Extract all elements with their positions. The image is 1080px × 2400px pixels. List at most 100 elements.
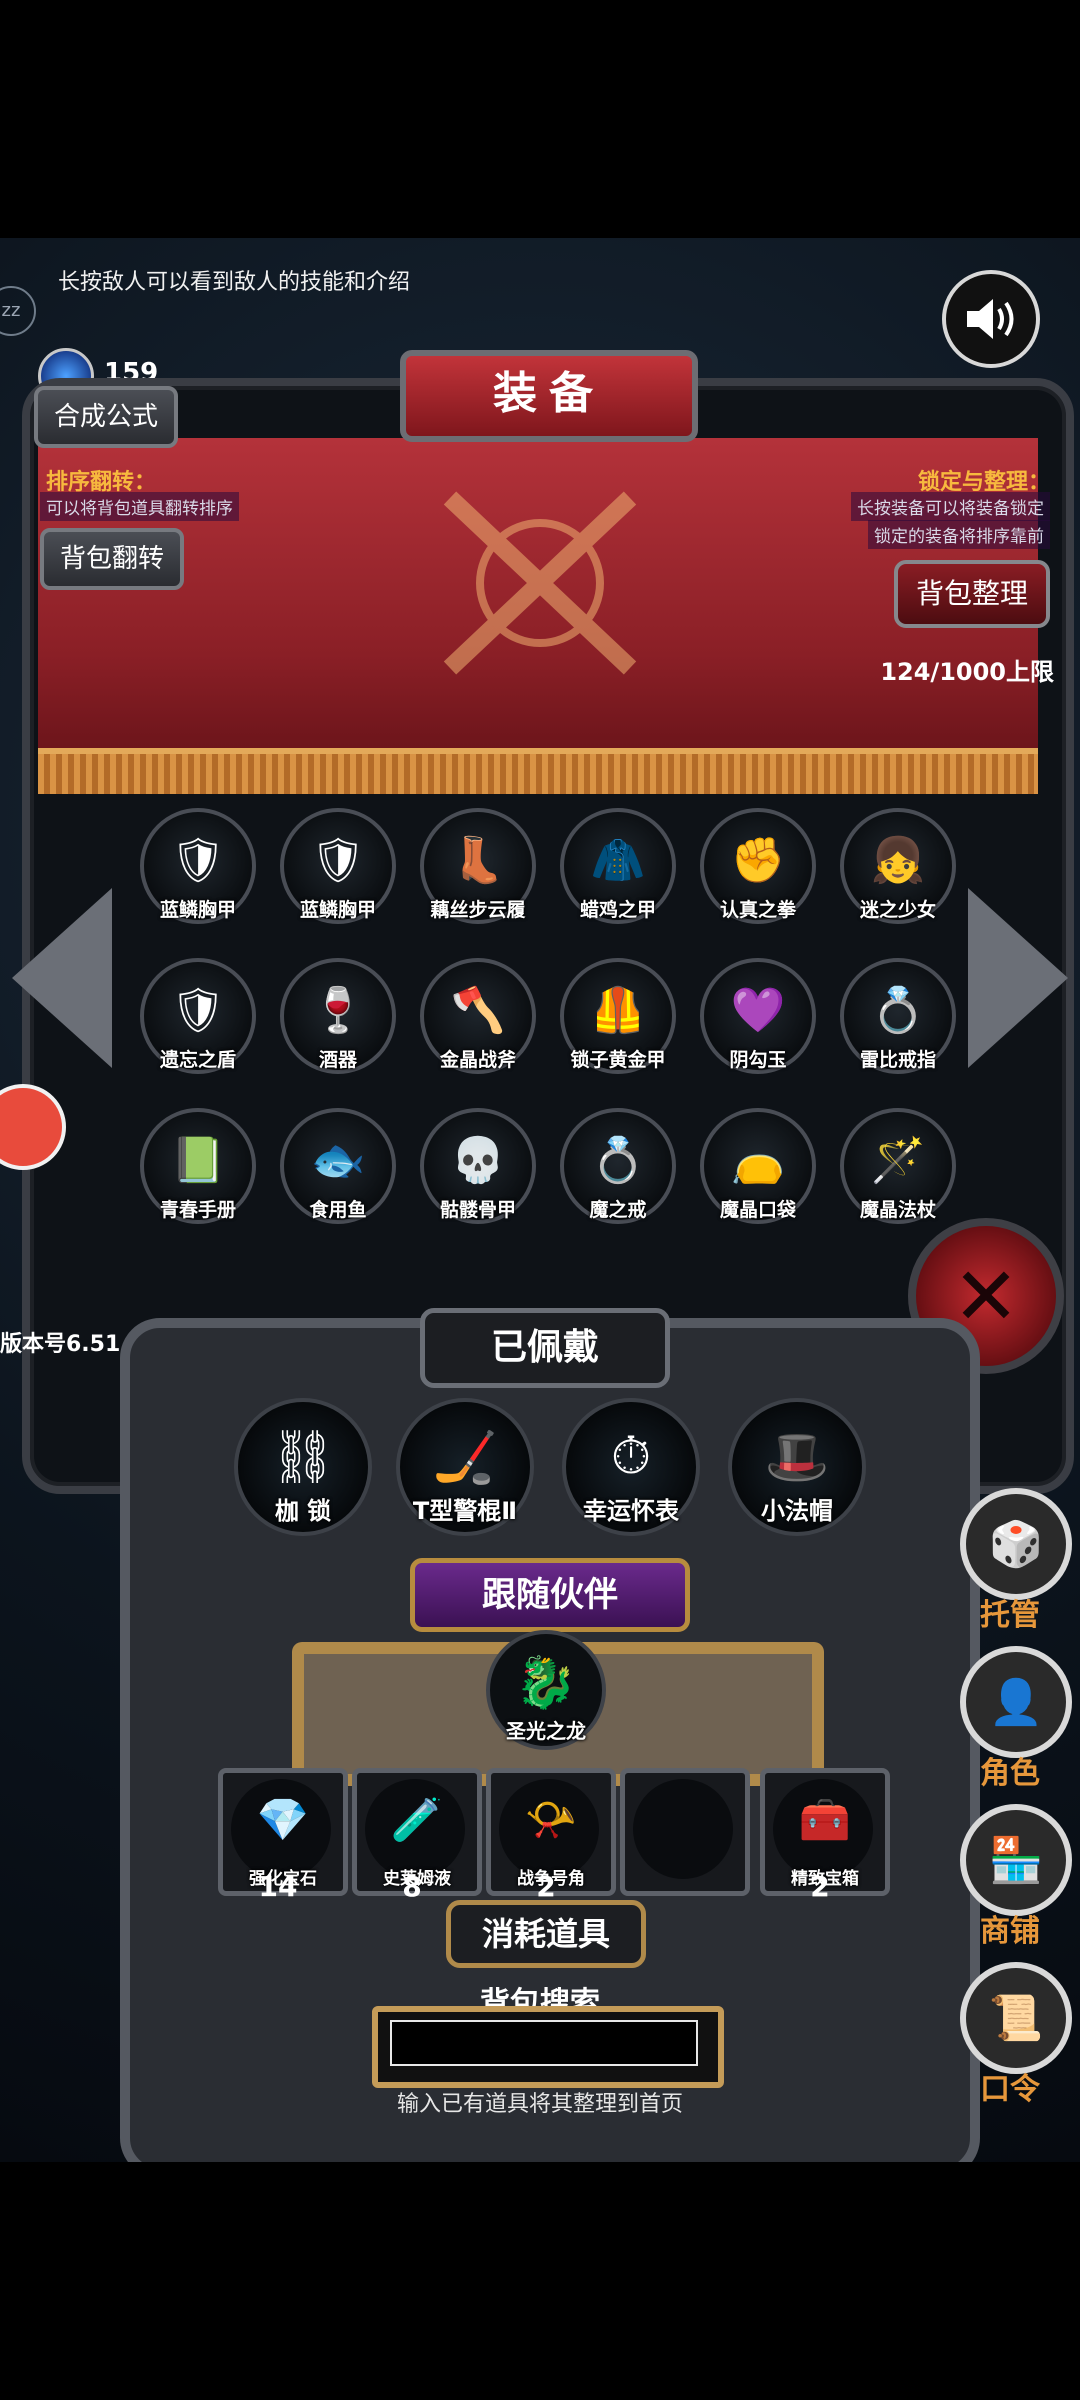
item-slot[interactable]: 🍷 酒器 xyxy=(280,958,396,1074)
boots-icon: 👢 xyxy=(450,834,506,886)
companion-label: 圣光之龙 xyxy=(506,1719,586,1743)
next-page-arrow[interactable] xyxy=(968,888,1068,1068)
baton-icon: 🏒 xyxy=(432,1427,498,1488)
sound-toggle-button[interactable] xyxy=(942,270,1040,368)
item-label: 蓝鳞胸甲 xyxy=(299,899,376,921)
item-label: 酒器 xyxy=(318,1049,357,1071)
craft-formula-button[interactable]: 合成公式 xyxy=(34,386,179,448)
jade-icon: 💜 xyxy=(730,984,786,1036)
item-slot[interactable]: 💍 魔之戒 xyxy=(560,1108,676,1224)
dice-icon: 🎲 xyxy=(960,1488,1072,1600)
item-slot[interactable]: 📗 青春手册 xyxy=(140,1108,256,1224)
item-label: 魔之戒 xyxy=(589,1199,647,1221)
panel-title: 装备 xyxy=(400,350,698,442)
side-menu-label: 角色 xyxy=(980,1756,1040,1791)
item-label: 青春手册 xyxy=(159,1199,236,1221)
golden-armor-icon: 🦺 xyxy=(590,984,646,1036)
item-slot[interactable]: 🛡 蓝鳞胸甲 xyxy=(280,808,396,924)
item-slot[interactable]: 🧥 蜡鸡之甲 xyxy=(560,808,676,924)
consumables-title: 消耗道具 xyxy=(446,1900,646,1968)
item-label: 认真之拳 xyxy=(719,899,796,921)
item-slot[interactable]: 🛡 遗忘之盾 xyxy=(140,958,256,1074)
item-label: 蜡鸡之甲 xyxy=(579,899,656,921)
axe-icon: 🪓 xyxy=(450,984,506,1036)
slot-background xyxy=(633,1779,733,1879)
side-menu-scroll[interactable]: 📜 口令 xyxy=(960,1962,1072,2112)
dragon-icon: 🐉 xyxy=(514,1653,578,1712)
item-slot[interactable]: 👧 迷之少女 xyxy=(840,808,956,924)
search-frame xyxy=(372,2006,724,2088)
hint-text: 长按敌人可以看到敌人的技能和介绍 xyxy=(58,270,411,295)
character-icon: 👤 xyxy=(960,1646,1072,1758)
item-slot[interactable]: 💍 雷比戒指 xyxy=(840,958,956,1074)
pouch-icon: 👝 xyxy=(730,1134,786,1186)
version-label: 版本号6.51 xyxy=(0,1332,121,1357)
item-slot[interactable]: 👢 藕丝步云履 xyxy=(420,808,536,924)
item-label: 魔晶口袋 xyxy=(719,1199,796,1221)
side-menu-label: 托管 xyxy=(980,1598,1040,1633)
item-slot[interactable]: 👝 魔晶口袋 xyxy=(700,1108,816,1224)
flip-bag-button[interactable]: 背包翻转 xyxy=(40,528,185,590)
bag-search-input[interactable] xyxy=(390,2020,698,2066)
companion-title: 跟随伙伴 xyxy=(410,1558,690,1632)
organize-bag-button[interactable]: 背包整理 xyxy=(893,560,1050,628)
equipped-slot[interactable]: ⛓ 枷 锁 xyxy=(234,1398,372,1536)
item-label: 金晶战斧 xyxy=(439,1049,516,1071)
item-slot[interactable]: 🦺 锁子黄金甲 xyxy=(560,958,676,1074)
item-label: 藕丝步云履 xyxy=(430,899,526,921)
armor-icon: 🛡 xyxy=(310,834,366,886)
item-label: 阴勾玉 xyxy=(729,1049,787,1071)
bag-capacity: 124/1000上限 xyxy=(880,658,1054,686)
wizard-hat-icon: 🎩 xyxy=(764,1427,830,1488)
search-hint: 输入已有道具将其整理到首页 xyxy=(396,2092,683,2117)
ring-icon: 💍 xyxy=(590,1134,646,1186)
potion-icon: 🧪 xyxy=(390,1795,444,1845)
consumable-slot[interactable] xyxy=(620,1768,750,1896)
item-slot[interactable]: 💜 阴勾玉 xyxy=(700,958,816,1074)
prev-page-arrow[interactable] xyxy=(12,888,112,1068)
equipped-slot[interactable]: 🎩 小法帽 xyxy=(728,1398,866,1536)
item-label: 锁子黄金甲 xyxy=(570,1049,666,1071)
girl-icon: 👧 xyxy=(870,834,926,886)
sleep-badge[interactable]: zz xyxy=(0,286,36,336)
equipped-title: 已佩戴 xyxy=(420,1308,670,1388)
side-menu-shop[interactable]: 🏪 商铺 xyxy=(960,1804,1072,1954)
item-slot[interactable]: 🪓 金晶战斧 xyxy=(420,958,536,1074)
equipped-slot[interactable]: 🏒 T型警棍Ⅱ xyxy=(396,1398,534,1536)
item-label: 迷之少女 xyxy=(859,899,936,921)
side-menu-dice[interactable]: 🎲 托管 xyxy=(960,1488,1072,1638)
crossed-swords-emblem-icon xyxy=(443,491,637,675)
item-slot[interactable]: 🪄 魔晶法杖 xyxy=(840,1108,956,1224)
fist-icon: ✊ xyxy=(730,834,786,886)
sort-note: 可以将背包道具翻转排序 xyxy=(40,492,239,521)
item-label: 遗忘之盾 xyxy=(159,1049,236,1071)
equipped-label: T型警棍Ⅱ xyxy=(412,1497,518,1525)
item-slot[interactable]: 🐟 食用鱼 xyxy=(280,1108,396,1224)
equipped-label: 小法帽 xyxy=(761,1497,833,1525)
cup-icon: 🍷 xyxy=(310,984,366,1036)
item-slot[interactable]: 💀 骷髅骨甲 xyxy=(420,1108,536,1224)
armor-icon: 🛡 xyxy=(170,834,226,886)
game-screen: 长按敌人可以看到敌人的技能和介绍 zz 159 装备 合成公式 排序翻转： 可以… xyxy=(0,238,1080,2162)
equipped-slot[interactable]: ⏱ 幸运怀表 xyxy=(562,1398,700,1536)
gem-icon: 💎 xyxy=(256,1795,310,1845)
lock-note-1: 长按装备可以将装备锁定 xyxy=(851,492,1050,521)
item-label: 骷髅骨甲 xyxy=(439,1199,516,1221)
companion-slot[interactable]: 🐉 圣光之龙 xyxy=(486,1630,606,1750)
side-menu-character[interactable]: 👤 角色 xyxy=(960,1646,1072,1796)
item-slot[interactable]: ✊ 认真之拳 xyxy=(700,808,816,924)
chain-icon: ⛓ xyxy=(269,1427,337,1488)
consumable-count: 8 xyxy=(402,1870,422,1903)
ring-icon: 💍 xyxy=(870,984,926,1036)
item-label: 食用鱼 xyxy=(309,1199,367,1221)
consumable-count: 2 xyxy=(536,1870,556,1903)
item-label: 魔晶法杖 xyxy=(859,1199,936,1221)
equipped-label: 幸运怀表 xyxy=(583,1497,679,1525)
lock-note-2: 锁定的装备将排序靠前 xyxy=(868,520,1050,549)
scroll-icon: 📜 xyxy=(960,1962,1072,2074)
speaker-icon xyxy=(967,299,1014,339)
side-menu-label: 商铺 xyxy=(980,1914,1040,1949)
item-slot[interactable]: 🛡 蓝鳞胸甲 xyxy=(140,808,256,924)
staff-icon: 🪄 xyxy=(870,1134,926,1186)
skeleton-armor-icon: 💀 xyxy=(450,1134,506,1186)
